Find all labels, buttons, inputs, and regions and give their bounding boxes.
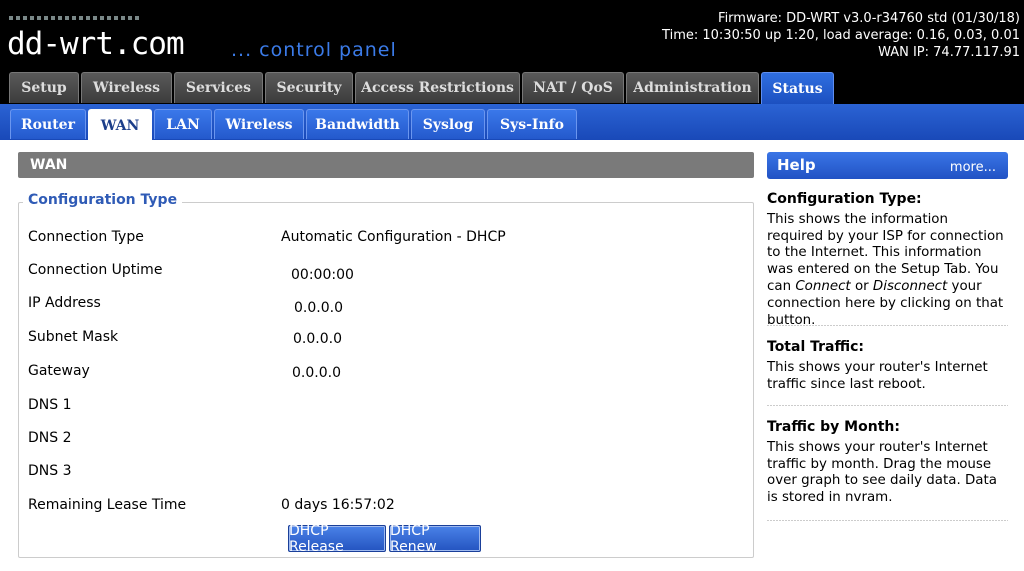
tab-nat-qos[interactable]: NAT / QoS	[522, 72, 624, 103]
subtab-wireless[interactable]: Wireless	[214, 109, 304, 139]
label-remaining-lease-time: Remaining Lease Time	[28, 497, 187, 513]
tagline: ... control panel	[231, 39, 397, 61]
label-dns-3: DNS 3	[28, 463, 72, 479]
router-info: Firmware: DD-WRT v3.0-r34760 std (01/30/…	[662, 10, 1020, 61]
subtab-lan[interactable]: LAN	[154, 109, 212, 139]
subtab-sys-info[interactable]: Sys-Info	[487, 109, 577, 139]
value-gateway: 0.0.0.0	[292, 365, 341, 381]
uptime-text: Time: 10:30:50 up 1:20, load average: 0.…	[662, 28, 1020, 43]
help-text: This shows the information required by y…	[767, 212, 1008, 330]
label-gateway: Gateway	[28, 363, 90, 379]
help-text-run: This shows your router's Internet traffi…	[767, 439, 997, 506]
subtab-syslog[interactable]: Syslog	[411, 109, 485, 139]
tab-security[interactable]: Security	[265, 72, 353, 103]
subtab-router[interactable]: Router	[10, 109, 86, 139]
subtab-bandwidth[interactable]: Bandwidth	[306, 109, 409, 139]
help-text-run: This shows your router's Internet traffi…	[767, 359, 988, 392]
subtab-wan[interactable]: WAN	[88, 109, 152, 141]
help-divider	[767, 325, 1008, 326]
config-legend: Configuration Type	[23, 192, 183, 208]
logo: dd-wrt.com	[7, 26, 185, 62]
help-text-emphasis: Disconnect	[872, 278, 948, 294]
label-connection-type: Connection Type	[28, 229, 144, 245]
dhcp-renew-button[interactable]: DHCP Renew	[389, 523, 481, 555]
value-subnet-mask: 0.0.0.0	[293, 331, 342, 347]
label-dns-1: DNS 1	[28, 397, 72, 413]
help-header: Help more...	[767, 152, 1008, 179]
label-ip-address: IP Address	[28, 295, 101, 311]
help-title: Help	[777, 156, 816, 174]
content-area: WAN Configuration Type Connection Type A…	[0, 140, 1024, 571]
label-dns-2: DNS 2	[28, 430, 72, 446]
value-ip-address: 0.0.0.0	[294, 300, 343, 316]
tab-services[interactable]: Services	[174, 72, 263, 103]
value-connection-uptime: 00:00:00	[291, 267, 354, 283]
main-tabs: Setup Wireless Services Security Access …	[0, 72, 1024, 104]
label-connection-uptime: Connection Uptime	[28, 262, 163, 278]
tab-setup[interactable]: Setup	[9, 72, 79, 103]
help-more-link[interactable]: more...	[950, 160, 996, 175]
help-section-total-traffic: Total Traffic: This shows your router's …	[767, 339, 1008, 393]
section-title: WAN	[18, 152, 754, 178]
wan-ip-text: WAN IP: 74.77.117.91	[878, 45, 1020, 60]
tab-administration[interactable]: Administration	[626, 72, 759, 103]
sub-tabs: Router WAN LAN Wireless Bandwidth Syslog…	[0, 104, 1024, 141]
tab-wireless[interactable]: Wireless	[81, 72, 172, 103]
help-divider	[767, 520, 1008, 521]
help-text: This shows your router's Internet traffi…	[767, 440, 1008, 507]
help-heading: Traffic by Month:	[767, 419, 900, 435]
dhcp-release-button[interactable]: DHCP Release	[288, 523, 386, 555]
help-heading: Configuration Type:	[767, 191, 922, 207]
help-section-config-type: Configuration Type: This shows the infor…	[767, 191, 1008, 329]
help-text-emphasis: Connect	[795, 278, 851, 294]
help-heading: Total Traffic:	[767, 339, 864, 355]
help-divider	[767, 405, 1008, 406]
value-connection-type: Automatic Configuration - DHCP	[281, 229, 506, 245]
firmware-text: Firmware: DD-WRT v3.0-r34760 std (01/30/…	[718, 11, 1020, 26]
help-text-run: or	[850, 278, 873, 294]
tab-status[interactable]: Status	[761, 72, 834, 104]
label-subnet-mask: Subnet Mask	[28, 329, 119, 345]
logo-dots	[9, 16, 139, 20]
help-text: This shows your router's Internet traffi…	[767, 360, 1008, 394]
tab-access-restrictions[interactable]: Access Restrictions	[355, 72, 520, 103]
header: dd-wrt.com ... control panel Firmware: D…	[0, 0, 1024, 72]
help-section-traffic-by-month: Traffic by Month: This shows your router…	[767, 419, 1008, 507]
value-remaining-lease-time: 0 days 16:57:02	[281, 497, 395, 513]
